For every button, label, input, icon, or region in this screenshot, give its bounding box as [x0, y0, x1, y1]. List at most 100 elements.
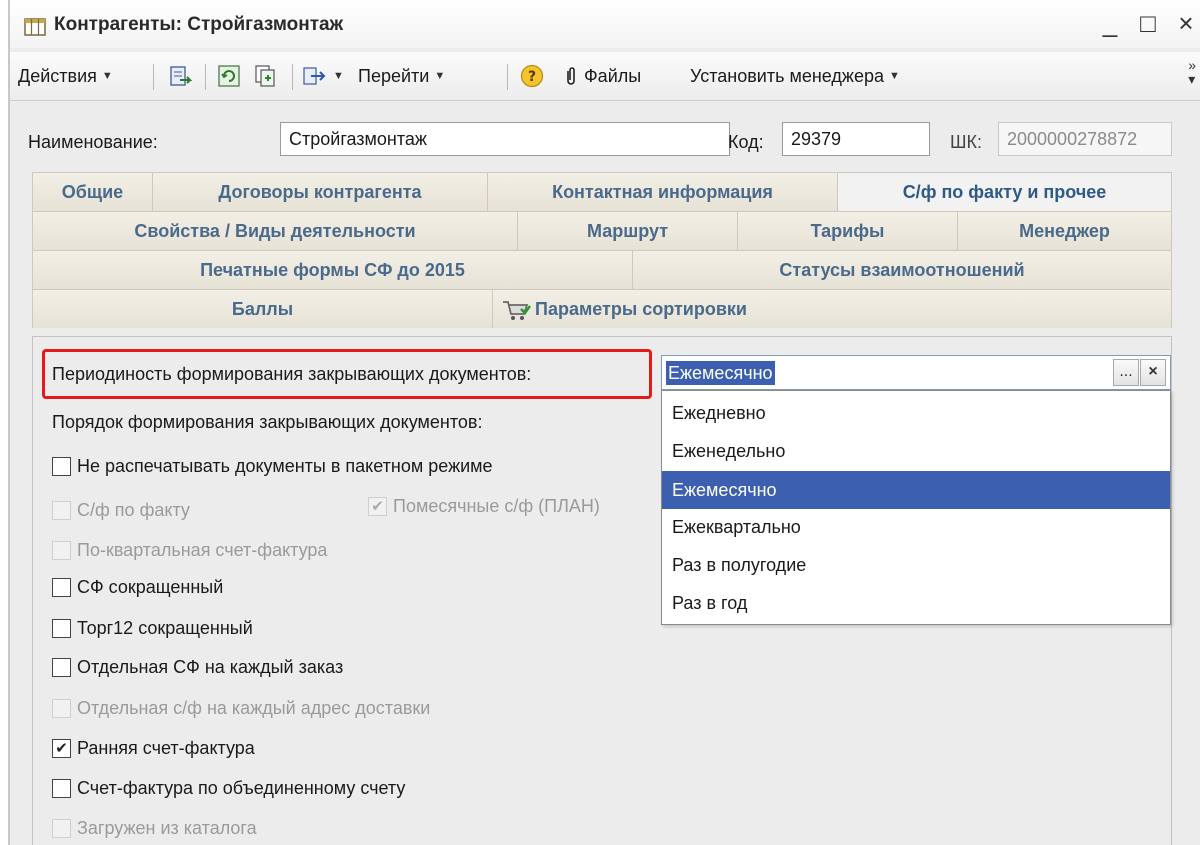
goto-menu-label: Перейти: [358, 65, 430, 86]
paperclip-icon: [567, 67, 575, 85]
checkbox-box: [52, 819, 71, 838]
checkbox-early-invoice[interactable]: ✔ Ранняя счет-фактура: [52, 738, 255, 759]
checkmark-icon: ✔: [55, 740, 68, 757]
help-icon[interactable]: ?: [520, 64, 544, 88]
toolbar-separator: [205, 64, 206, 90]
checkbox-label: Отдельная СФ на каждый заказ: [77, 657, 344, 677]
goto-arrow-menu[interactable]: ▼: [302, 52, 344, 100]
tab-general[interactable]: Общие: [32, 172, 152, 211]
table-icon: [24, 18, 46, 36]
window-controls: _ □ ×: [1098, 10, 1198, 36]
checkbox-label: Загружен из каталога: [77, 818, 257, 838]
files-label: Файлы: [584, 65, 642, 86]
close-button[interactable]: ×: [1174, 10, 1198, 36]
checkbox-box[interactable]: ✔: [52, 739, 71, 758]
checkbox-loaded-from-catalog: Загружен из каталога: [52, 818, 257, 839]
chevron-down-icon: ▼: [434, 70, 446, 82]
tab-route[interactable]: Маршрут: [517, 211, 737, 250]
checkbox-box: [52, 699, 71, 718]
checkbox-no-batch-print[interactable]: Не распечатывать документы в пакетном ре…: [52, 456, 493, 477]
checkbox-box[interactable]: [52, 658, 71, 677]
checkbox-invoice-by-fact: С/ф по факту: [52, 500, 190, 521]
title-bar: Контрагенты: Стройгазмонтаж _ □ ×: [10, 0, 1200, 48]
chevron-down-icon: ▼: [101, 70, 113, 82]
goto-menu[interactable]: Перейти ▼: [358, 52, 445, 100]
checkbox-label: Счет-фактура по объединенному счету: [77, 778, 406, 798]
tab-contact-info[interactable]: Контактная информация: [487, 172, 837, 211]
barcode-field: 2000000278872: [998, 122, 1172, 156]
toolbar-separator: [153, 64, 154, 90]
tab-tariffs[interactable]: Тарифы: [737, 211, 957, 250]
tab-print-forms[interactable]: Печатные формы СФ до 2015: [32, 250, 632, 289]
checkbox-label: Отдельная с/ф на каждый адрес доставки: [77, 698, 431, 718]
goto-arrow-icon: [303, 67, 326, 85]
option-daily[interactable]: Ежедневно: [662, 394, 1170, 432]
periodicity-value: Ежемесячно: [666, 361, 775, 385]
code-input[interactable]: 29379: [782, 122, 930, 156]
select-button[interactable]: ...: [1113, 359, 1139, 386]
set-manager-label: Установить менеджера: [690, 65, 884, 86]
checkbox-label: Помесячные с/ф (ПЛАН): [393, 496, 600, 516]
checkbox-box[interactable]: [52, 779, 71, 798]
toolbar-separator: [507, 64, 508, 90]
set-manager-menu[interactable]: Установить менеджера ▼: [690, 52, 900, 100]
checkbox-label: Торг12 сокращенный: [77, 618, 253, 638]
option-monthly[interactable]: Ежемесячно: [662, 471, 1170, 509]
checkmark-icon: ✔: [371, 498, 384, 515]
refresh-icon[interactable]: [217, 64, 241, 88]
checkbox-box: [52, 501, 71, 520]
chevron-down-icon: ▼: [889, 70, 900, 82]
barcode-label: ШК:: [950, 132, 982, 152]
actions-menu[interactable]: Действия ▼: [18, 52, 113, 100]
periodicity-label: Периодиность формирования закрывающих до…: [52, 364, 532, 384]
minimize-button[interactable]: _: [1098, 10, 1122, 36]
checkbox-short-torg12[interactable]: Торг12 сокращенный: [52, 618, 253, 639]
periodicity-select[interactable]: Ежемесячно ... ×: [661, 355, 1171, 390]
option-half-year[interactable]: Раз в полугодие: [662, 546, 1170, 584]
save-close-icon[interactable]: [168, 64, 192, 88]
checkbox-label: Не распечатывать документы в пакетном ре…: [77, 456, 493, 476]
toolbar-separator: [292, 64, 293, 90]
checkbox-label: Ранняя счет-фактура: [77, 738, 255, 758]
tab-invoices-misc[interactable]: С/ф по факту и прочее: [837, 172, 1172, 211]
option-quarterly[interactable]: Ежеквартально: [662, 508, 1170, 546]
option-weekly[interactable]: Еженедельно: [662, 432, 1170, 470]
counterparty-window: Контрагенты: Стройгазмонтаж _ □ × Действ…: [8, 0, 1200, 845]
tab-sort-params[interactable]: Параметры сортировки: [492, 289, 1172, 328]
tab-sort-params-label: Параметры сортировки: [535, 299, 748, 319]
checkbox-label: По-квартальная счет-фактура: [77, 540, 328, 560]
name-input[interactable]: Стройгазмонтаж: [280, 122, 730, 156]
toolbar-overflow-button[interactable]: » ▾: [1188, 58, 1196, 86]
toolbar: Действия ▼ ▼ Перейти ▼ ? Файлы Установит…: [10, 52, 1200, 101]
checkbox-invoice-per-address: Отдельная с/ф на каждый адрес доставки: [52, 698, 430, 719]
checkbox-label: С/ф по факту: [77, 500, 190, 520]
periodicity-dropdown: Ежедневно Еженедельно Ежемесячно Ежеквар…: [661, 390, 1171, 625]
checkbox-invoice-per-order[interactable]: Отдельная СФ на каждый заказ: [52, 657, 343, 678]
checkbox-box[interactable]: [52, 619, 71, 638]
checkbox-merged-account-invoice[interactable]: Счет-фактура по объединенному счету: [52, 778, 405, 799]
checkbox-short-invoice[interactable]: СФ сокращенный: [52, 577, 223, 598]
code-label: Код:: [728, 132, 764, 152]
tab-manager[interactable]: Менеджер: [957, 211, 1172, 250]
files-button[interactable]: Файлы: [564, 52, 641, 100]
svg-text:?: ?: [528, 69, 536, 85]
checkbox-label: СФ сокращенный: [77, 577, 224, 597]
checkbox-monthly-plan: ✔ Помесячные с/ф (ПЛАН): [368, 496, 600, 517]
checkbox-box: [52, 541, 71, 560]
tab-contracts[interactable]: Договоры контрагента: [152, 172, 487, 211]
clear-button[interactable]: ×: [1140, 359, 1166, 386]
checkbox-box: ✔: [368, 497, 387, 516]
option-yearly[interactable]: Раз в год: [662, 584, 1170, 622]
name-label: Наименование:: [28, 132, 158, 152]
tab-points[interactable]: Баллы: [32, 289, 492, 328]
tab-properties[interactable]: Свойства / Виды деятельности: [32, 211, 517, 250]
checkbox-quarterly-invoice: По-квартальная счет-фактура: [52, 540, 327, 561]
checkbox-box[interactable]: [52, 457, 71, 476]
chevron-down-icon: ▼: [333, 70, 344, 82]
tab-relationship-statuses[interactable]: Статусы взаимоотношений: [632, 250, 1172, 289]
actions-menu-label: Действия: [18, 65, 97, 86]
cart-icon: [503, 301, 531, 321]
maximize-button[interactable]: □: [1136, 10, 1160, 36]
copy-icon[interactable]: [253, 64, 277, 88]
checkbox-box[interactable]: [52, 578, 71, 597]
